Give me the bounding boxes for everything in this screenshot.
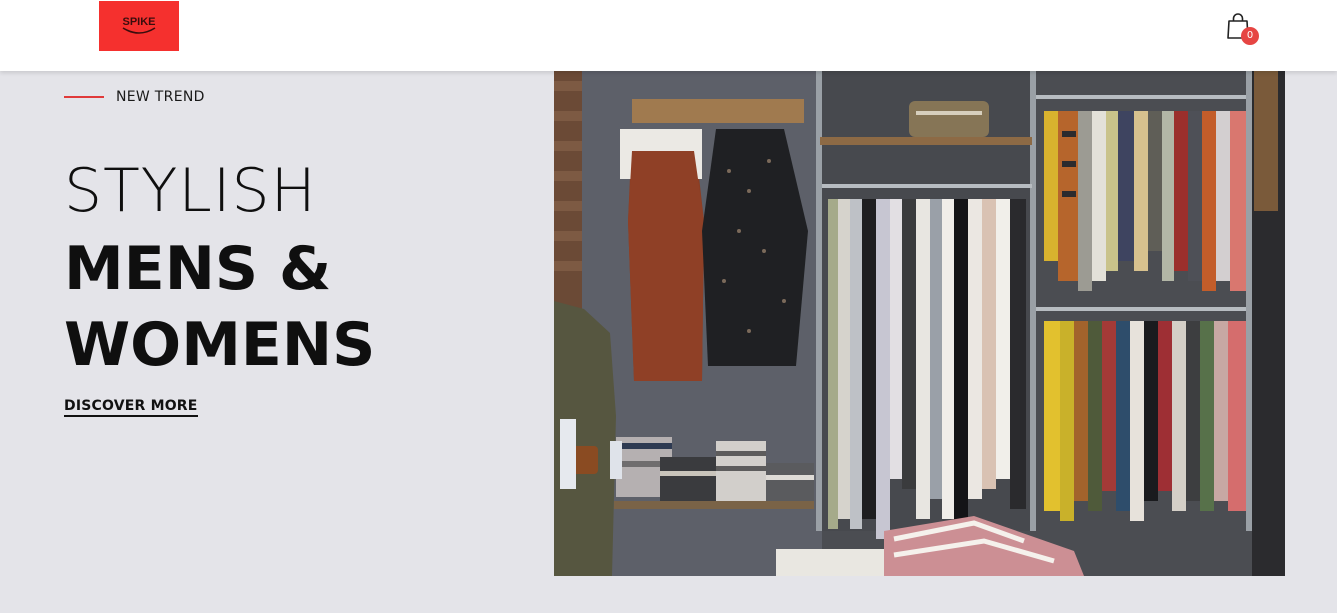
hero-title-line-1: STYLISH bbox=[64, 156, 317, 226]
hero-title-line-2: MENS & bbox=[64, 234, 332, 304]
discover-more-link[interactable]: DISCOVER MORE bbox=[64, 398, 198, 417]
hero-title-line-3: WOMENS bbox=[64, 310, 376, 380]
hero-eyebrow: NEW TREND bbox=[64, 89, 205, 105]
hero-image bbox=[554, 71, 1285, 576]
site-header: SPIKE 0 bbox=[0, 0, 1337, 71]
brand-logo-mark: SPIKE bbox=[122, 16, 156, 34]
brand-logo-text: SPIKE bbox=[122, 16, 155, 28]
hero-text-section: NEW TREND STYLISH MENS & WOMENS DISCOVER… bbox=[64, 71, 544, 613]
cart-button[interactable]: 0 bbox=[1225, 12, 1261, 48]
cart-count-badge: 0 bbox=[1241, 27, 1259, 45]
brand-logo[interactable]: SPIKE bbox=[99, 1, 179, 51]
eyebrow-label: NEW TREND bbox=[116, 89, 205, 105]
eyebrow-divider bbox=[64, 96, 104, 98]
clothing-store-photo bbox=[554, 71, 1285, 576]
